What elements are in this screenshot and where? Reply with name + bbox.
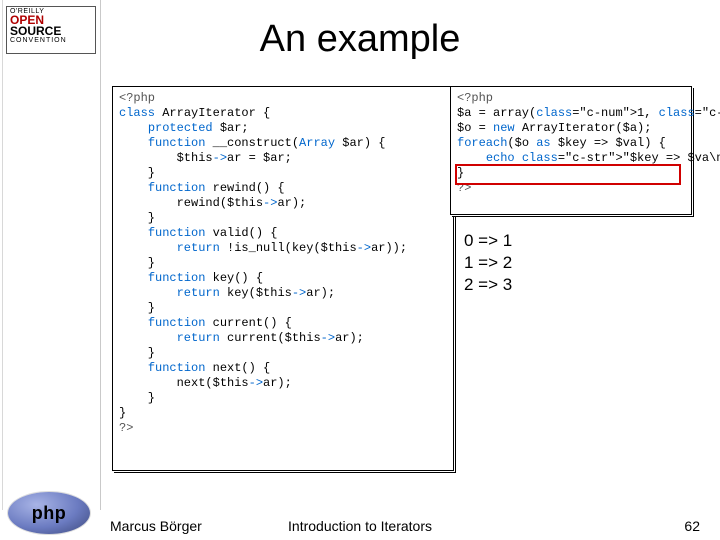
slide-title: An example [0, 18, 720, 61]
divider-left-inner [100, 0, 101, 510]
divider-left-outer [2, 0, 3, 510]
slide: O'REILLY OPEN SOURCE CONVENTION An examp… [0, 0, 720, 540]
output-text: 0 => 11 => 22 => 3 [464, 230, 692, 296]
code-right: <?php $a = array(class="c-num">1, class=… [450, 86, 692, 215]
footer-title: Introduction to Iterators [0, 518, 720, 534]
footer-page: 62 [684, 518, 700, 534]
highlight-box [455, 164, 681, 185]
code-left: <?php class ArrayIterator { protected $a… [112, 86, 454, 471]
